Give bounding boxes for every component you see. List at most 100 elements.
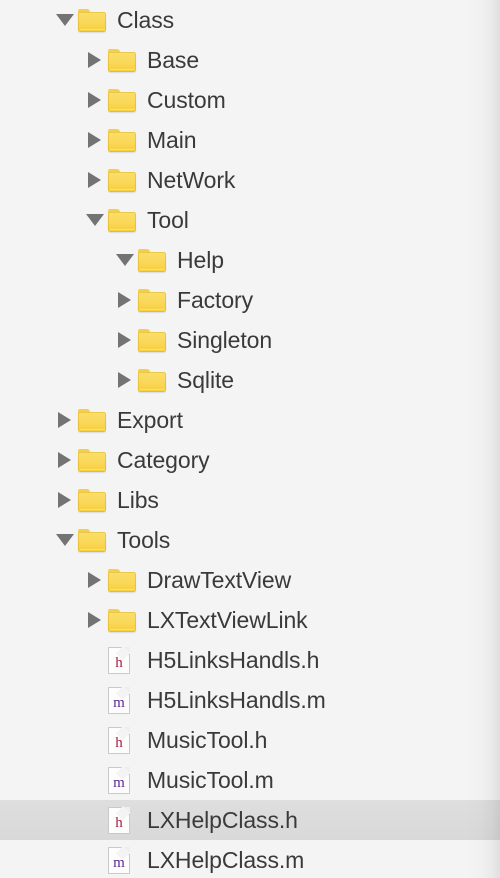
triangle-shape [58,412,71,428]
page-fold-corner [122,646,130,655]
disclosure-triangle-right-icon[interactable] [56,440,78,480]
disclosure-triangle-down-icon[interactable] [86,200,108,240]
triangle-shape [56,14,74,26]
tree-row[interactable]: Export [0,400,500,440]
tree-row[interactable]: Main [0,120,500,160]
tree-row-label: Singleton [177,327,273,353]
disclosure-triangle-right-icon[interactable] [86,40,108,80]
tree-row[interactable]: Custom [0,80,500,120]
tree-row[interactable]: LXTextViewLink [0,600,500,640]
disclosure-triangle-right-icon[interactable] [86,560,108,600]
triangle-shape [56,534,74,546]
folder-body [108,92,136,112]
tree-row[interactable]: Help [0,240,500,280]
disclosure-triangle-right-icon[interactable] [86,120,108,160]
folder-icon [78,400,108,440]
tree-row[interactable]: Tool [0,200,500,240]
folder-icon [78,520,108,560]
tree-row-label: Libs [117,487,159,513]
tree-row[interactable]: m MusicTool.m [0,760,500,800]
folder-icon [108,560,138,600]
tree-row-label: Factory [177,287,253,313]
tree-row-label: H5LinksHandls.m [147,687,326,713]
disclosure-triangle-right-icon[interactable] [86,600,108,640]
disclosure-placeholder [86,840,108,878]
folder-shape [108,48,136,72]
triangle-shape [88,52,101,68]
tree-row[interactable]: Sqlite [0,360,500,400]
folder-body [138,292,166,312]
file-page-shape: h [108,646,130,674]
file-page-shape: h [108,806,130,834]
triangle-shape [116,254,134,266]
triangle-shape [58,452,71,468]
triangle-shape [58,492,71,508]
disclosure-triangle-right-icon[interactable] [116,360,138,400]
tree-row[interactable]: Class [0,0,500,40]
folder-shape [138,288,166,312]
tree-row-label: LXHelpClass.h [147,807,298,833]
folder-body [108,132,136,152]
page-fold-corner [122,726,130,735]
folder-body [138,372,166,392]
disclosure-placeholder [86,640,108,680]
project-navigator-panel: Class Base Custom Main NetWork Tool Help Factor… [0,0,500,878]
folder-body [78,532,106,552]
tree-row[interactable]: Category [0,440,500,480]
file-page-shape: m [108,766,130,794]
tree-indent-spacer [0,700,86,701]
file-tree[interactable]: Class Base Custom Main NetWork Tool Help Factor… [0,0,500,878]
triangle-shape [86,214,104,226]
tree-row[interactable]: m H5LinksHandls.m [0,680,500,720]
disclosure-triangle-down-icon[interactable] [56,520,78,560]
tree-indent-spacer [0,780,86,781]
folder-body [78,412,106,432]
folder-icon [108,80,138,120]
tree-row[interactable]: Libs [0,480,500,520]
tree-row[interactable]: DrawTextView [0,560,500,600]
disclosure-triangle-down-icon[interactable] [56,0,78,40]
folder-body [108,572,136,592]
disclosure-triangle-right-icon[interactable] [86,160,108,200]
tree-row-selected[interactable]: h LXHelpClass.h [0,800,500,840]
tree-indent-spacer [0,460,56,461]
tree-indent-spacer [0,380,116,381]
folder-icon [108,600,138,640]
folder-shape [108,568,136,592]
tree-indent-spacer [0,60,86,61]
tree-row[interactable]: Singleton [0,320,500,360]
tree-indent-spacer [0,20,56,21]
disclosure-triangle-right-icon[interactable] [56,480,78,520]
disclosure-triangle-right-icon[interactable] [86,80,108,120]
folder-shape [78,8,106,32]
tree-row[interactable]: Tools [0,520,500,560]
disclosure-triangle-down-icon[interactable] [116,240,138,280]
objc-source-file-icon: m [108,760,138,800]
tree-row-label: MusicTool.h [147,727,268,753]
tree-row[interactable]: h H5LinksHandls.h [0,640,500,680]
tree-indent-spacer [0,540,56,541]
triangle-shape [88,92,101,108]
folder-icon [78,0,108,40]
header-file-icon: h [108,720,138,760]
triangle-shape [88,612,101,628]
tree-row[interactable]: m LXHelpClass.m [0,840,500,878]
folder-icon [108,40,138,80]
tree-row[interactable]: Base [0,40,500,80]
tree-indent-spacer [0,620,86,621]
folder-icon [78,480,108,520]
file-type-letter: h [115,814,123,831]
tree-indent-spacer [0,180,86,181]
tree-row[interactable]: Factory [0,280,500,320]
tree-row[interactable]: h MusicTool.h [0,720,500,760]
tree-row-label: Custom [147,87,226,113]
triangle-shape [118,332,131,348]
tree-row[interactable]: NetWork [0,160,500,200]
folder-shape [78,488,106,512]
folder-body [78,492,106,512]
folder-icon [138,280,168,320]
disclosure-triangle-right-icon[interactable] [116,280,138,320]
disclosure-triangle-right-icon[interactable] [116,320,138,360]
disclosure-triangle-right-icon[interactable] [56,400,78,440]
file-type-letter: m [113,694,125,711]
